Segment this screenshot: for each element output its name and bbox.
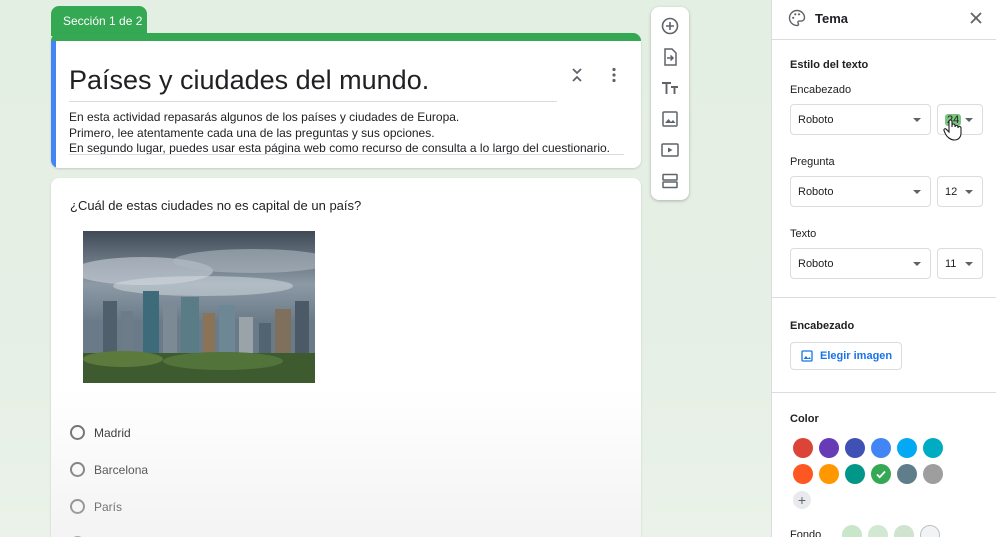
add-title-icon[interactable]	[660, 78, 680, 98]
header-font-value: Roboto	[798, 113, 834, 126]
theme-panel: Tema Estilo del texto Encabezado Roboto …	[771, 0, 996, 537]
add-image-icon[interactable]	[660, 109, 680, 129]
description-line: En esta actividad repasarás algunos de l…	[69, 110, 460, 124]
header-font-select[interactable]: Roboto	[790, 104, 931, 135]
question-size-select[interactable]: 12	[937, 176, 983, 207]
title-underline	[69, 101, 557, 102]
color-swatch[interactable]	[897, 464, 917, 484]
option-row[interactable]: Madrid	[70, 425, 131, 440]
panel-header: Tema	[772, 0, 996, 40]
choose-image-label: Elegir imagen	[820, 350, 893, 362]
text-size-select[interactable]: 11	[937, 248, 983, 279]
color-swatch[interactable]	[793, 438, 813, 458]
radio-button[interactable]	[70, 499, 85, 514]
radio-button[interactable]	[70, 462, 85, 477]
chevron-down-icon	[965, 262, 973, 266]
form-description[interactable]: En esta actividad repasarás algunos de l…	[69, 110, 624, 157]
question-card[interactable]: ¿Cuál de estas ciudades no es capital de…	[51, 178, 641, 537]
text-font-select[interactable]: Roboto	[790, 248, 931, 279]
color-swatch[interactable]	[871, 464, 891, 484]
color-swatch[interactable]	[819, 464, 839, 484]
divider	[772, 392, 996, 393]
header-style-label: Encabezado	[790, 84, 852, 96]
text-font-value: Roboto	[798, 257, 834, 270]
form-canvas: Sección 1 de 2 Países y ciudades del mun…	[0, 0, 771, 537]
form-title-card[interactable]: Países y ciudades del mundo. En esta act…	[51, 33, 641, 168]
chevron-down-icon	[913, 118, 921, 122]
choose-image-button[interactable]: Elegir imagen	[790, 342, 902, 370]
description-underline	[69, 154, 624, 155]
question-title[interactable]: ¿Cuál de estas ciudades no es capital de…	[70, 198, 361, 213]
background-color-swatch[interactable]	[842, 525, 862, 537]
chevron-down-icon	[965, 118, 973, 122]
color-swatch[interactable]	[845, 438, 865, 458]
description-line: Primero, lee atentamente cada una de las…	[69, 125, 435, 140]
chevron-down-icon	[965, 190, 973, 194]
color-heading: Color	[790, 413, 819, 425]
active-card-accent	[51, 41, 56, 168]
text-style-heading: Estilo del texto	[790, 59, 869, 71]
color-swatch[interactable]	[871, 438, 891, 458]
background-color-swatch[interactable]	[920, 525, 940, 537]
add-section-icon[interactable]	[660, 171, 680, 191]
question-size-value: 12	[945, 185, 958, 198]
option-label: París	[94, 499, 123, 514]
section-tab: Sección 1 de 2	[51, 6, 147, 36]
color-swatch[interactable]	[923, 438, 943, 458]
header-image-heading: Encabezado	[790, 320, 855, 332]
import-questions-icon[interactable]	[660, 47, 680, 67]
city-skyline-image	[83, 231, 315, 383]
hand-cursor-icon	[943, 119, 962, 141]
image-icon	[801, 350, 813, 362]
color-swatch[interactable]	[819, 438, 839, 458]
chevron-down-icon	[913, 190, 921, 194]
color-swatch[interactable]	[923, 464, 943, 484]
option-label: Madrid	[94, 425, 131, 440]
section-tab-label: Sección 1 de 2	[63, 14, 143, 28]
option-label: Barcelona	[94, 462, 149, 477]
question-image[interactable]	[83, 231, 315, 383]
form-title[interactable]: Países y ciudades del mundo.	[69, 65, 429, 96]
more-options-icon[interactable]	[604, 65, 624, 85]
option-row[interactable]: Barcelona	[70, 462, 148, 477]
floating-toolbar	[651, 7, 689, 200]
add-question-icon[interactable]	[660, 16, 680, 36]
chevron-down-icon	[913, 262, 921, 266]
text-style-label: Texto	[790, 228, 817, 240]
radio-button[interactable]	[70, 425, 85, 440]
close-icon[interactable]	[968, 10, 984, 26]
color-swatch[interactable]	[845, 464, 865, 484]
collapse-icon[interactable]	[567, 65, 587, 85]
option-row[interactable]: París	[70, 499, 122, 514]
color-swatch[interactable]	[897, 438, 917, 458]
palette-icon	[788, 9, 806, 27]
color-swatch[interactable]	[793, 464, 813, 484]
background-color-swatch[interactable]	[868, 525, 888, 537]
question-font-value: Roboto	[798, 185, 834, 198]
divider	[772, 297, 996, 298]
background-color-swatch[interactable]	[894, 525, 914, 537]
add-custom-color-button[interactable]: +	[793, 491, 811, 509]
question-font-select[interactable]: Roboto	[790, 176, 931, 207]
text-size-value: 11	[945, 257, 957, 270]
background-label: Fondo	[790, 529, 822, 537]
question-style-label: Pregunta	[790, 156, 835, 168]
panel-title: Tema	[815, 11, 848, 26]
add-video-icon[interactable]	[660, 140, 680, 160]
